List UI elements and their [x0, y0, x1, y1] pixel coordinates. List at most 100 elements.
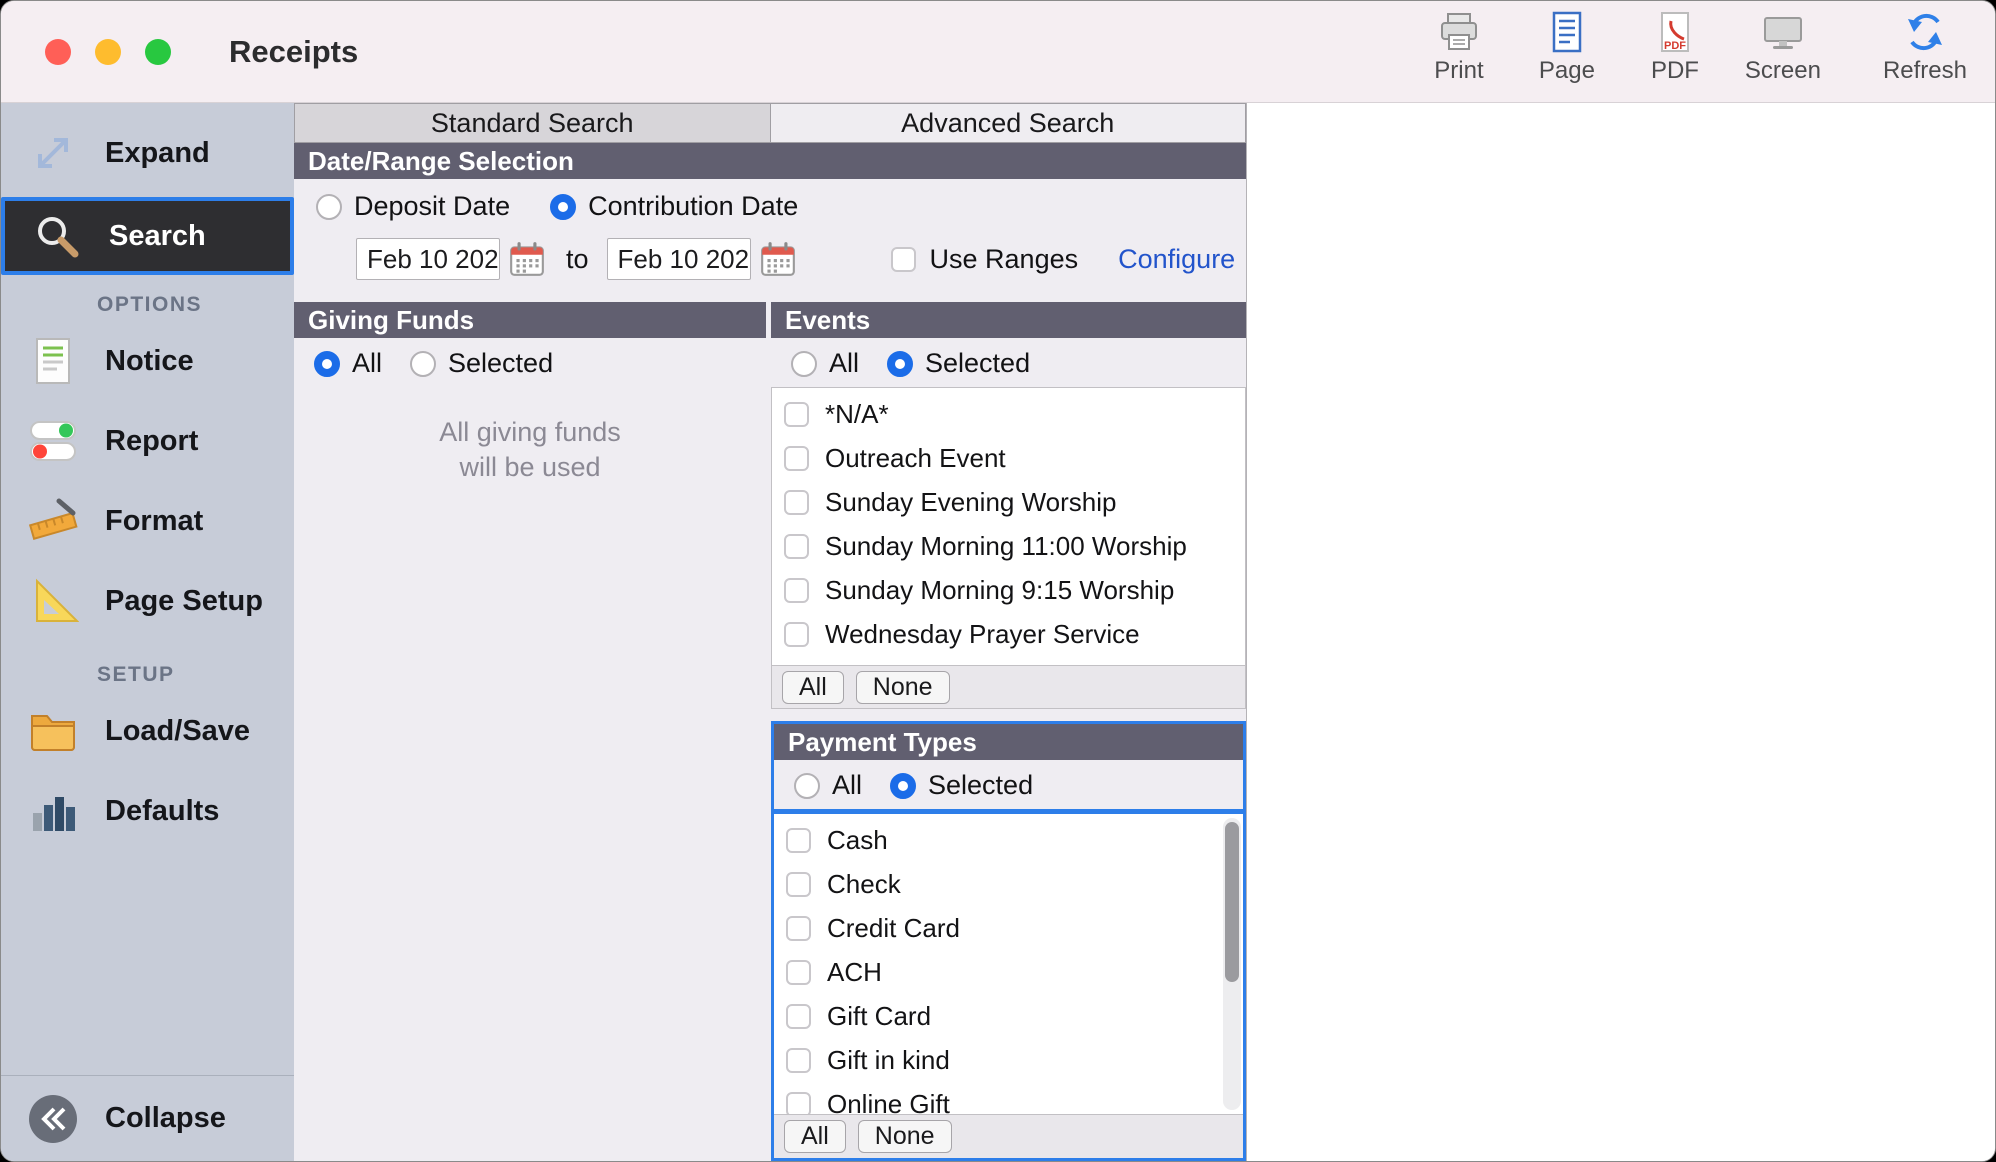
pdf-button[interactable]: PDF PDF: [1633, 9, 1717, 85]
contribution-date-radio[interactable]: Contribution Date: [550, 191, 798, 222]
radio-icon: [316, 194, 342, 220]
sidebar-item-label: Defaults: [105, 795, 219, 828]
radio-icon-selected: [550, 194, 576, 220]
event-row[interactable]: Outreach Event: [772, 436, 1245, 480]
payment-types-selected-radio[interactable]: Selected: [890, 770, 1033, 801]
payment-label: Gift Card: [827, 1001, 931, 1032]
radio-label: Selected: [928, 770, 1033, 801]
checkbox-icon: [786, 1092, 811, 1115]
window-title: Receipts: [229, 34, 358, 70]
screen-icon: [1760, 9, 1806, 55]
sidebar-item-report[interactable]: Report: [1, 405, 294, 477]
checkbox-icon: [786, 1048, 811, 1073]
payment-label: Credit Card: [827, 913, 960, 944]
radio-icon: [410, 351, 436, 377]
minimize-window-button[interactable]: [95, 39, 121, 65]
sidebar-item-expand[interactable]: Expand: [1, 109, 294, 197]
event-row[interactable]: Sunday Evening Worship: [772, 480, 1245, 524]
payment-row[interactable]: Cash: [774, 818, 1243, 862]
date-inputs-row: to: [294, 234, 1246, 284]
payment-types-all-radio[interactable]: All: [794, 770, 862, 801]
payment-row[interactable]: Check: [774, 862, 1243, 906]
giving-funds-all-radio[interactable]: All: [314, 348, 382, 379]
tabbar: Standard Search Advanced Search: [294, 103, 1246, 143]
zoom-window-button[interactable]: [145, 39, 171, 65]
sidebar-item-label: Report: [105, 425, 198, 458]
event-row[interactable]: *N/A*: [772, 392, 1245, 436]
giving-funds-selected-radio[interactable]: Selected: [410, 348, 553, 379]
event-label: Outreach Event: [825, 443, 1006, 474]
payment-label: Cash: [827, 825, 888, 856]
radio-label: Contribution Date: [588, 191, 798, 222]
sidebar-item-search[interactable]: Search: [1, 197, 294, 275]
sidebar-item-format[interactable]: Format: [1, 485, 294, 557]
from-date-input[interactable]: [356, 238, 500, 280]
event-label: Wednesday Prayer Service: [825, 619, 1140, 650]
configure-link[interactable]: Configure: [1118, 244, 1235, 275]
tool-label: PDF: [1651, 57, 1699, 85]
payment-label: Online Gift: [827, 1089, 950, 1115]
search-columns: Giving Funds All Selected All giving fun…: [294, 302, 1246, 1161]
tool-label: Page: [1539, 57, 1595, 85]
payment-row[interactable]: Online Gift: [774, 1082, 1243, 1114]
refresh-icon: [1902, 9, 1948, 55]
sidebar-item-load-save[interactable]: Load/Save: [1, 695, 294, 767]
checkbox-icon: [786, 916, 811, 941]
event-row[interactable]: Sunday Morning 9:15 Worship: [772, 568, 1245, 612]
payment-types-none-button[interactable]: None: [858, 1120, 952, 1153]
payment-types-header-box: Payment Types All Selected: [771, 721, 1246, 812]
screen-button[interactable]: Screen: [1741, 9, 1825, 85]
scrollbar-thumb[interactable]: [1225, 822, 1239, 982]
search-icon: [25, 210, 89, 262]
to-date-input[interactable]: [607, 238, 751, 280]
sidebar-item-label: Expand: [105, 137, 210, 170]
events-selected-radio[interactable]: Selected: [887, 348, 1030, 379]
print-button[interactable]: Print: [1417, 9, 1501, 85]
event-row[interactable]: Wednesday Prayer Service: [772, 612, 1245, 656]
payment-row[interactable]: Gift in kind: [774, 1038, 1243, 1082]
date-type-radio-row: Deposit Date Contribution Date: [294, 179, 1246, 230]
use-ranges-checkbox[interactable]: Use Ranges: [891, 244, 1079, 275]
tab-standard-search[interactable]: Standard Search: [294, 103, 771, 143]
event-label: *N/A*: [825, 399, 889, 430]
events-none-button[interactable]: None: [856, 671, 950, 704]
to-date-calendar-button[interactable]: [757, 238, 799, 280]
sidebar-item-collapse[interactable]: Collapse: [1, 1075, 294, 1161]
payment-row[interactable]: Gift Card: [774, 994, 1243, 1038]
checkbox-icon: [784, 490, 809, 515]
deposit-date-radio[interactable]: Deposit Date: [316, 191, 510, 222]
folder-icon: [21, 705, 85, 757]
close-window-button[interactable]: [45, 39, 71, 65]
payment-row[interactable]: ACH: [774, 950, 1243, 994]
notice-icon: [21, 335, 85, 387]
refresh-button[interactable]: Refresh: [1883, 9, 1967, 85]
from-date-calendar-button[interactable]: [506, 238, 548, 280]
sidebar-item-defaults[interactable]: Defaults: [1, 775, 294, 847]
payment-row[interactable]: Credit Card: [774, 906, 1243, 950]
checkbox-icon: [784, 402, 809, 427]
radio-label: Deposit Date: [354, 191, 510, 222]
radio-icon-selected: [887, 351, 913, 377]
event-row[interactable]: Sunday Morning 11:00 Worship: [772, 524, 1245, 568]
events-all-button[interactable]: All: [782, 671, 844, 704]
checkbox-icon: [784, 578, 809, 603]
printer-icon: [1436, 9, 1482, 55]
tab-advanced-search[interactable]: Advanced Search: [771, 103, 1247, 143]
events-list: *N/A* Outreach Event Sunday Evening Wors…: [771, 387, 1246, 665]
checkbox-icon: [786, 872, 811, 897]
page-button[interactable]: Page: [1525, 9, 1609, 85]
preview-pane: [1246, 103, 1995, 1161]
svg-text:PDF: PDF: [1664, 40, 1686, 52]
sidebar-item-page-setup[interactable]: Page Setup: [1, 565, 294, 637]
radio-icon: [791, 351, 817, 377]
bar-chart-icon: [21, 785, 85, 837]
events-all-radio[interactable]: All: [791, 348, 859, 379]
event-label: Sunday Morning 9:15 Worship: [825, 575, 1174, 606]
radio-label: All: [829, 348, 859, 379]
sidebar-item-notice[interactable]: Notice: [1, 325, 294, 397]
scrollbar-track[interactable]: [1223, 818, 1241, 1110]
checkbox-icon: [786, 828, 811, 853]
payment-label: Gift in kind: [827, 1045, 950, 1076]
payment-types-all-button[interactable]: All: [784, 1120, 846, 1153]
checkbox-icon: [786, 1004, 811, 1029]
